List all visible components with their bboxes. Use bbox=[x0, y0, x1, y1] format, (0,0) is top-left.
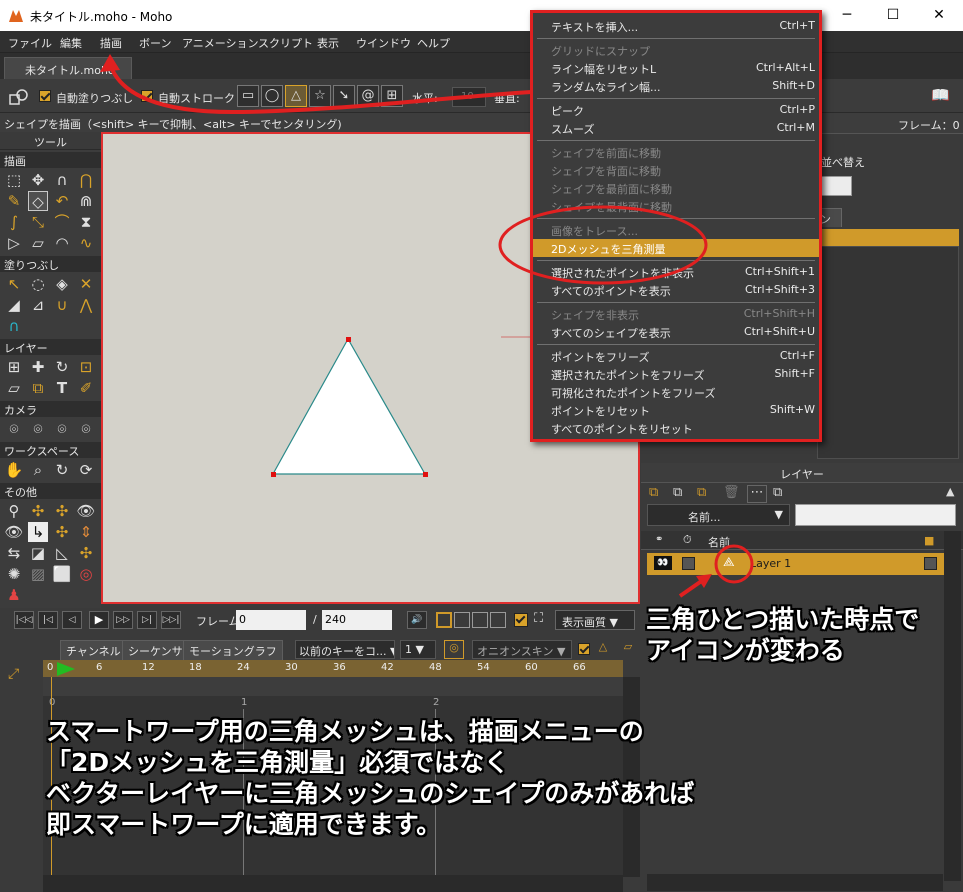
annotation-side-text: 三角ひとつ描いた時点で アイコンが変わる bbox=[646, 604, 919, 666]
annotation-arrow-to-draw-menu bbox=[108, 63, 533, 115]
annotation-main-line: ベクターレイヤーに三角メッシュのシェイプのみがあれば bbox=[46, 779, 695, 808]
annotation-circle-layer-icon bbox=[714, 544, 754, 584]
annotation-arrow-to-layer-icon bbox=[678, 578, 705, 598]
annotation-main-line: 「2Dメッシュを三角測量」必須ではなく bbox=[46, 748, 510, 777]
annotation-side-line: アイコンが変わる bbox=[646, 636, 845, 665]
annotation-main-line: スマートワープ用の三角メッシュは、描画メニューの bbox=[46, 717, 644, 746]
annotation-arrowhead bbox=[100, 54, 120, 72]
annotation-main-text: スマートワープ用の三角メッシュは、描画メニューの 「2Dメッシュを三角測量」必須… bbox=[46, 716, 694, 840]
annotation-main-line: 即スマートワープに適用できます。 bbox=[46, 810, 442, 839]
annotation-circle-triangulate bbox=[498, 205, 708, 285]
annotation-side-line: 三角ひとつ描いた時点で bbox=[646, 605, 920, 634]
